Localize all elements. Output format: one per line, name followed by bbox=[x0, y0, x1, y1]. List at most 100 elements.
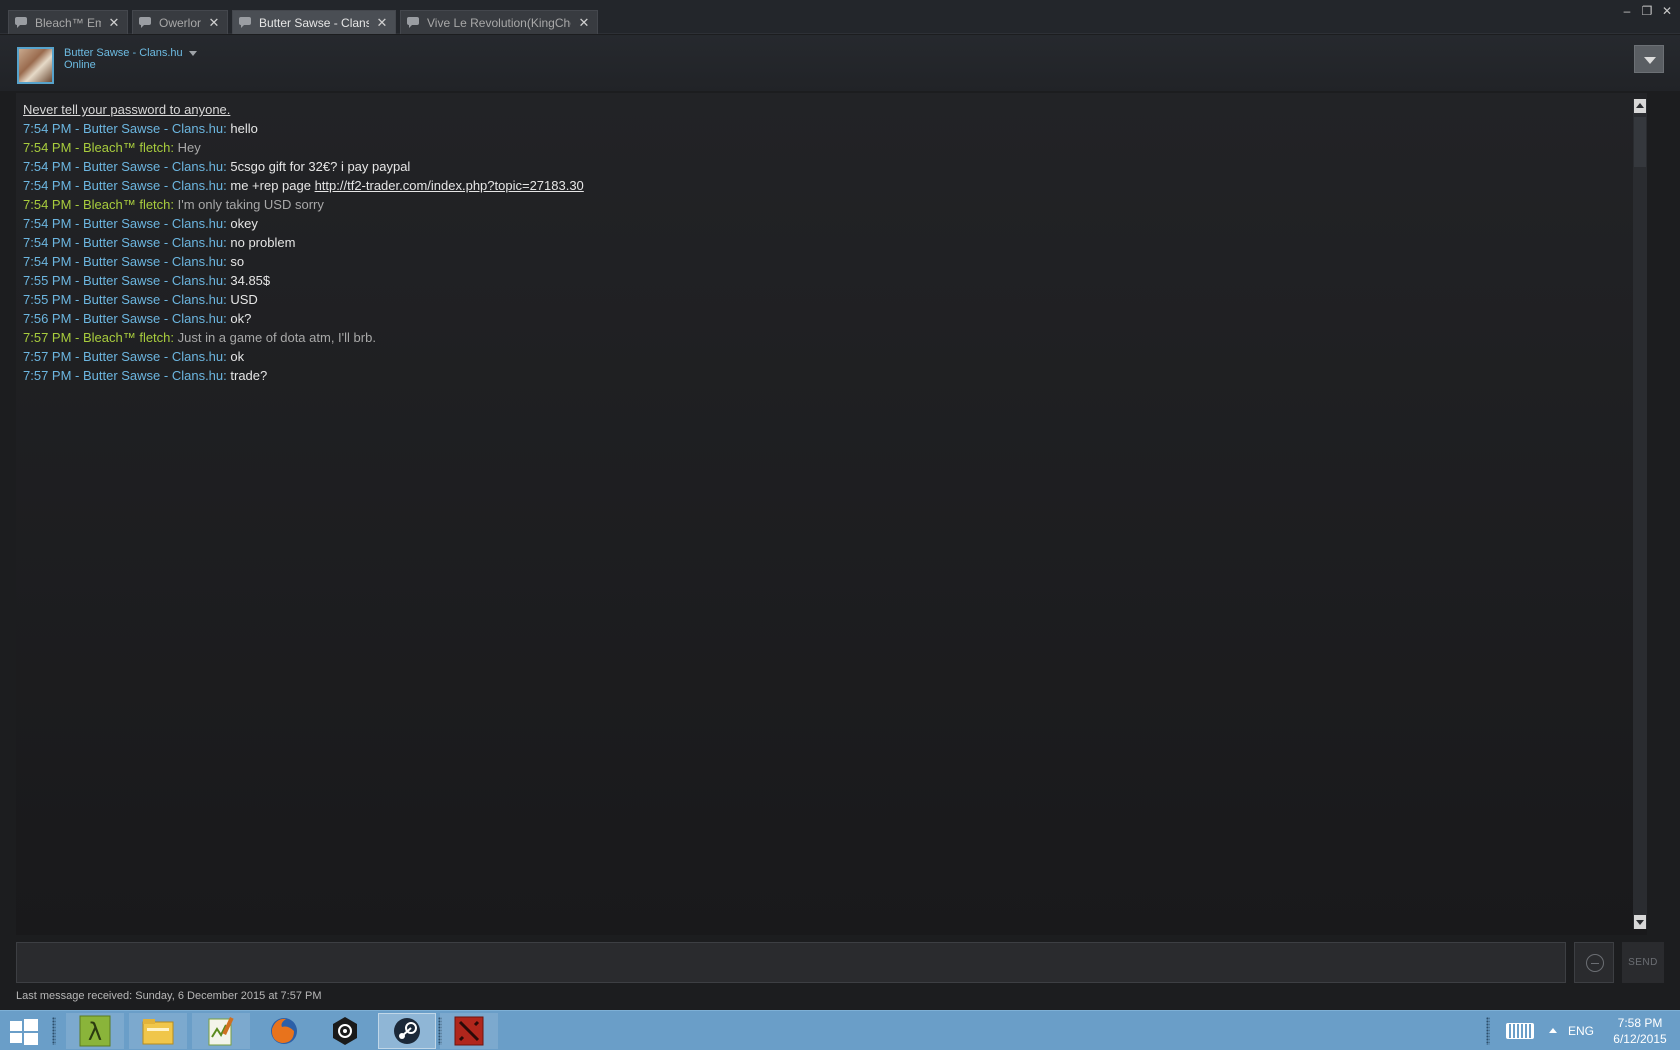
close-tab-icon[interactable]: ✕ bbox=[207, 15, 221, 31]
scroll-down-icon[interactable] bbox=[1634, 915, 1646, 929]
message-sender: 7:57 PM - Bleach™ fletch: bbox=[23, 330, 178, 345]
notepad-plus-plus-icon bbox=[208, 1016, 234, 1046]
close-tab-icon[interactable]: ✕ bbox=[577, 15, 591, 31]
message-list: 7:54 PM - Butter Sawse - Clans.hu: hello… bbox=[23, 119, 1617, 385]
chat-message: 7:54 PM - Butter Sawse - Clans.hu: 5csgo… bbox=[23, 157, 1617, 176]
tab-label: Vive Le Revolution(KingCherry) bbox=[427, 15, 571, 30]
chat-options-button[interactable] bbox=[1634, 45, 1664, 73]
tab-owerlord[interactable]: Owerlord ✕ bbox=[132, 10, 228, 34]
message-sender: 7:54 PM - Bleach™ fletch: bbox=[23, 140, 178, 155]
message-text: Hey bbox=[177, 140, 201, 155]
half-life-icon: λ bbox=[79, 1015, 111, 1047]
send-button[interactable]: SEND bbox=[1622, 942, 1664, 983]
taskbar-grip bbox=[1486, 1017, 1490, 1045]
message-text: no problem bbox=[230, 235, 296, 250]
message-text: me +rep page bbox=[230, 178, 315, 193]
chat-message: 7:57 PM - Bleach™ fletch: Just in a game… bbox=[23, 328, 1617, 347]
language-indicator[interactable]: ENG bbox=[1568, 1024, 1594, 1038]
tab-butter-sawse[interactable]: Butter Sawse - Clans.hu ✕ bbox=[232, 10, 396, 34]
close-window-icon[interactable]: ✕ bbox=[1660, 4, 1674, 18]
taskbar-file-explorer[interactable] bbox=[129, 1013, 187, 1049]
message-text: 34.85$ bbox=[230, 273, 271, 288]
message-text: hello bbox=[230, 121, 258, 136]
taskbar-half-life[interactable]: λ bbox=[66, 1013, 124, 1049]
chevron-down-icon[interactable] bbox=[189, 51, 197, 56]
windows-taskbar: λ ENG 7:58 PM 6/12/2015 bbox=[0, 1010, 1680, 1050]
tab-label: Butter Sawse - Clans.hu bbox=[259, 15, 369, 30]
file-explorer-icon bbox=[142, 1019, 174, 1045]
steam-icon bbox=[394, 1018, 420, 1044]
message-sender: 7:54 PM - Butter Sawse - Clans.hu: bbox=[23, 178, 231, 193]
keyboard-icon[interactable] bbox=[1506, 1023, 1534, 1039]
message-sender: 7:54 PM - Bleach™ fletch: bbox=[23, 197, 178, 212]
message-sender: 7:54 PM - Butter Sawse - Clans.hu: bbox=[23, 235, 231, 250]
chat-bubble-icon bbox=[15, 16, 29, 29]
message-sender: 7:54 PM - Butter Sawse - Clans.hu: bbox=[23, 159, 231, 174]
chat-message: 7:55 PM - Butter Sawse - Clans.hu: 34.85… bbox=[23, 271, 1617, 290]
chat-message: 7:57 PM - Butter Sawse - Clans.hu: trade… bbox=[23, 366, 1617, 385]
message-input[interactable] bbox=[16, 942, 1566, 983]
clock-time[interactable]: 7:58 PM bbox=[1610, 1016, 1670, 1030]
message-sender: 7:55 PM - Butter Sawse - Clans.hu: bbox=[23, 292, 231, 307]
chat-bubble-icon bbox=[139, 16, 153, 29]
message-link[interactable]: http://tf2-trader.com/index.php?topic=27… bbox=[315, 178, 584, 193]
message-text: trade? bbox=[230, 368, 268, 383]
avatar[interactable] bbox=[17, 47, 54, 84]
friend-status: Online bbox=[64, 59, 96, 71]
password-warning: Never tell your password to anyone. bbox=[23, 102, 231, 117]
message-sender: 7:55 PM - Butter Sawse - Clans.hu: bbox=[23, 273, 231, 288]
chat-message: 7:56 PM - Butter Sawse - Clans.hu: ok? bbox=[23, 309, 1617, 328]
compose-area: SEND bbox=[16, 942, 1664, 984]
scroll-thumb[interactable] bbox=[1634, 117, 1646, 167]
taskbar-steam[interactable] bbox=[378, 1013, 436, 1049]
dota2-icon bbox=[454, 1016, 484, 1046]
windows-start-icon[interactable] bbox=[10, 1019, 38, 1045]
show-hidden-icons-icon[interactable] bbox=[1549, 1028, 1557, 1033]
emoticon-icon bbox=[1586, 954, 1604, 972]
message-text: Just in a game of dota atm, I'll brb. bbox=[177, 330, 376, 345]
chat-message: 7:55 PM - Butter Sawse - Clans.hu: USD bbox=[23, 290, 1617, 309]
message-text: so bbox=[230, 254, 245, 269]
tab-bleach-emu[interactable]: Bleach™ Emu ✕ bbox=[8, 10, 128, 34]
taskbar-dota2[interactable] bbox=[440, 1013, 498, 1049]
message-sender: 7:54 PM - Butter Sawse - Clans.hu: bbox=[23, 121, 231, 136]
taskbar-firefox[interactable] bbox=[255, 1013, 313, 1049]
chat-message: 7:54 PM - Bleach™ fletch: I'm only takin… bbox=[23, 195, 1617, 214]
chat-message: 7:54 PM - Butter Sawse - Clans.hu: okey bbox=[23, 214, 1617, 233]
tab-label: Owerlord bbox=[159, 15, 201, 30]
chat-bubble-icon bbox=[407, 16, 421, 29]
taskbar-notepad-plus-plus[interactable] bbox=[192, 1013, 250, 1049]
svg-text:λ: λ bbox=[88, 1018, 102, 1046]
message-text: I'm only taking USD sorry bbox=[177, 197, 324, 212]
last-message-received: Last message received: Sunday, 6 Decembe… bbox=[16, 990, 322, 1002]
chat-message: 7:54 PM - Butter Sawse - Clans.hu: no pr… bbox=[23, 233, 1617, 252]
clock-date[interactable]: 6/12/2015 bbox=[1610, 1032, 1670, 1046]
close-tab-icon[interactable]: ✕ bbox=[375, 15, 389, 31]
unity-icon bbox=[333, 1017, 357, 1045]
chat-message: 7:57 PM - Butter Sawse - Clans.hu: ok bbox=[23, 347, 1617, 366]
title-bar: Bleach™ Emu ✕ Owerlord ✕ Butter Sawse - … bbox=[0, 0, 1680, 34]
friend-name[interactable]: Butter Sawse - Clans.hu bbox=[64, 47, 183, 59]
chat-tabs: Bleach™ Emu ✕ Owerlord ✕ Butter Sawse - … bbox=[8, 10, 598, 34]
chat-bubble-icon bbox=[239, 16, 253, 29]
tab-vive-le-revolution[interactable]: Vive Le Revolution(KingCherry) ✕ bbox=[400, 10, 598, 34]
chat-message: 7:54 PM - Butter Sawse - Clans.hu: me +r… bbox=[23, 176, 1617, 195]
message-sender: 7:54 PM - Butter Sawse - Clans.hu: bbox=[23, 216, 231, 231]
message-sender: 7:57 PM - Butter Sawse - Clans.hu: bbox=[23, 368, 231, 383]
scrollbar[interactable] bbox=[1633, 99, 1647, 929]
taskbar-unity[interactable] bbox=[316, 1013, 374, 1049]
scroll-up-icon[interactable] bbox=[1634, 99, 1646, 113]
taskbar-grip bbox=[52, 1017, 56, 1045]
chat-log: Never tell your password to anyone. 7:54… bbox=[16, 93, 1647, 935]
firefox-icon bbox=[271, 1018, 297, 1044]
window-controls: – ❐ ✕ bbox=[1620, 4, 1674, 18]
chat-message: 7:54 PM - Butter Sawse - Clans.hu: hello bbox=[23, 119, 1617, 138]
maximize-icon[interactable]: ❐ bbox=[1640, 4, 1654, 18]
chat-message: 7:54 PM - Bleach™ fletch: Hey bbox=[23, 138, 1617, 157]
message-sender: 7:56 PM - Butter Sawse - Clans.hu: bbox=[23, 311, 231, 326]
message-sender: 7:54 PM - Butter Sawse - Clans.hu: bbox=[23, 254, 231, 269]
message-text: ok? bbox=[230, 311, 252, 326]
emoticon-button[interactable] bbox=[1574, 942, 1614, 983]
close-tab-icon[interactable]: ✕ bbox=[107, 15, 121, 31]
minimize-icon[interactable]: – bbox=[1620, 4, 1634, 18]
